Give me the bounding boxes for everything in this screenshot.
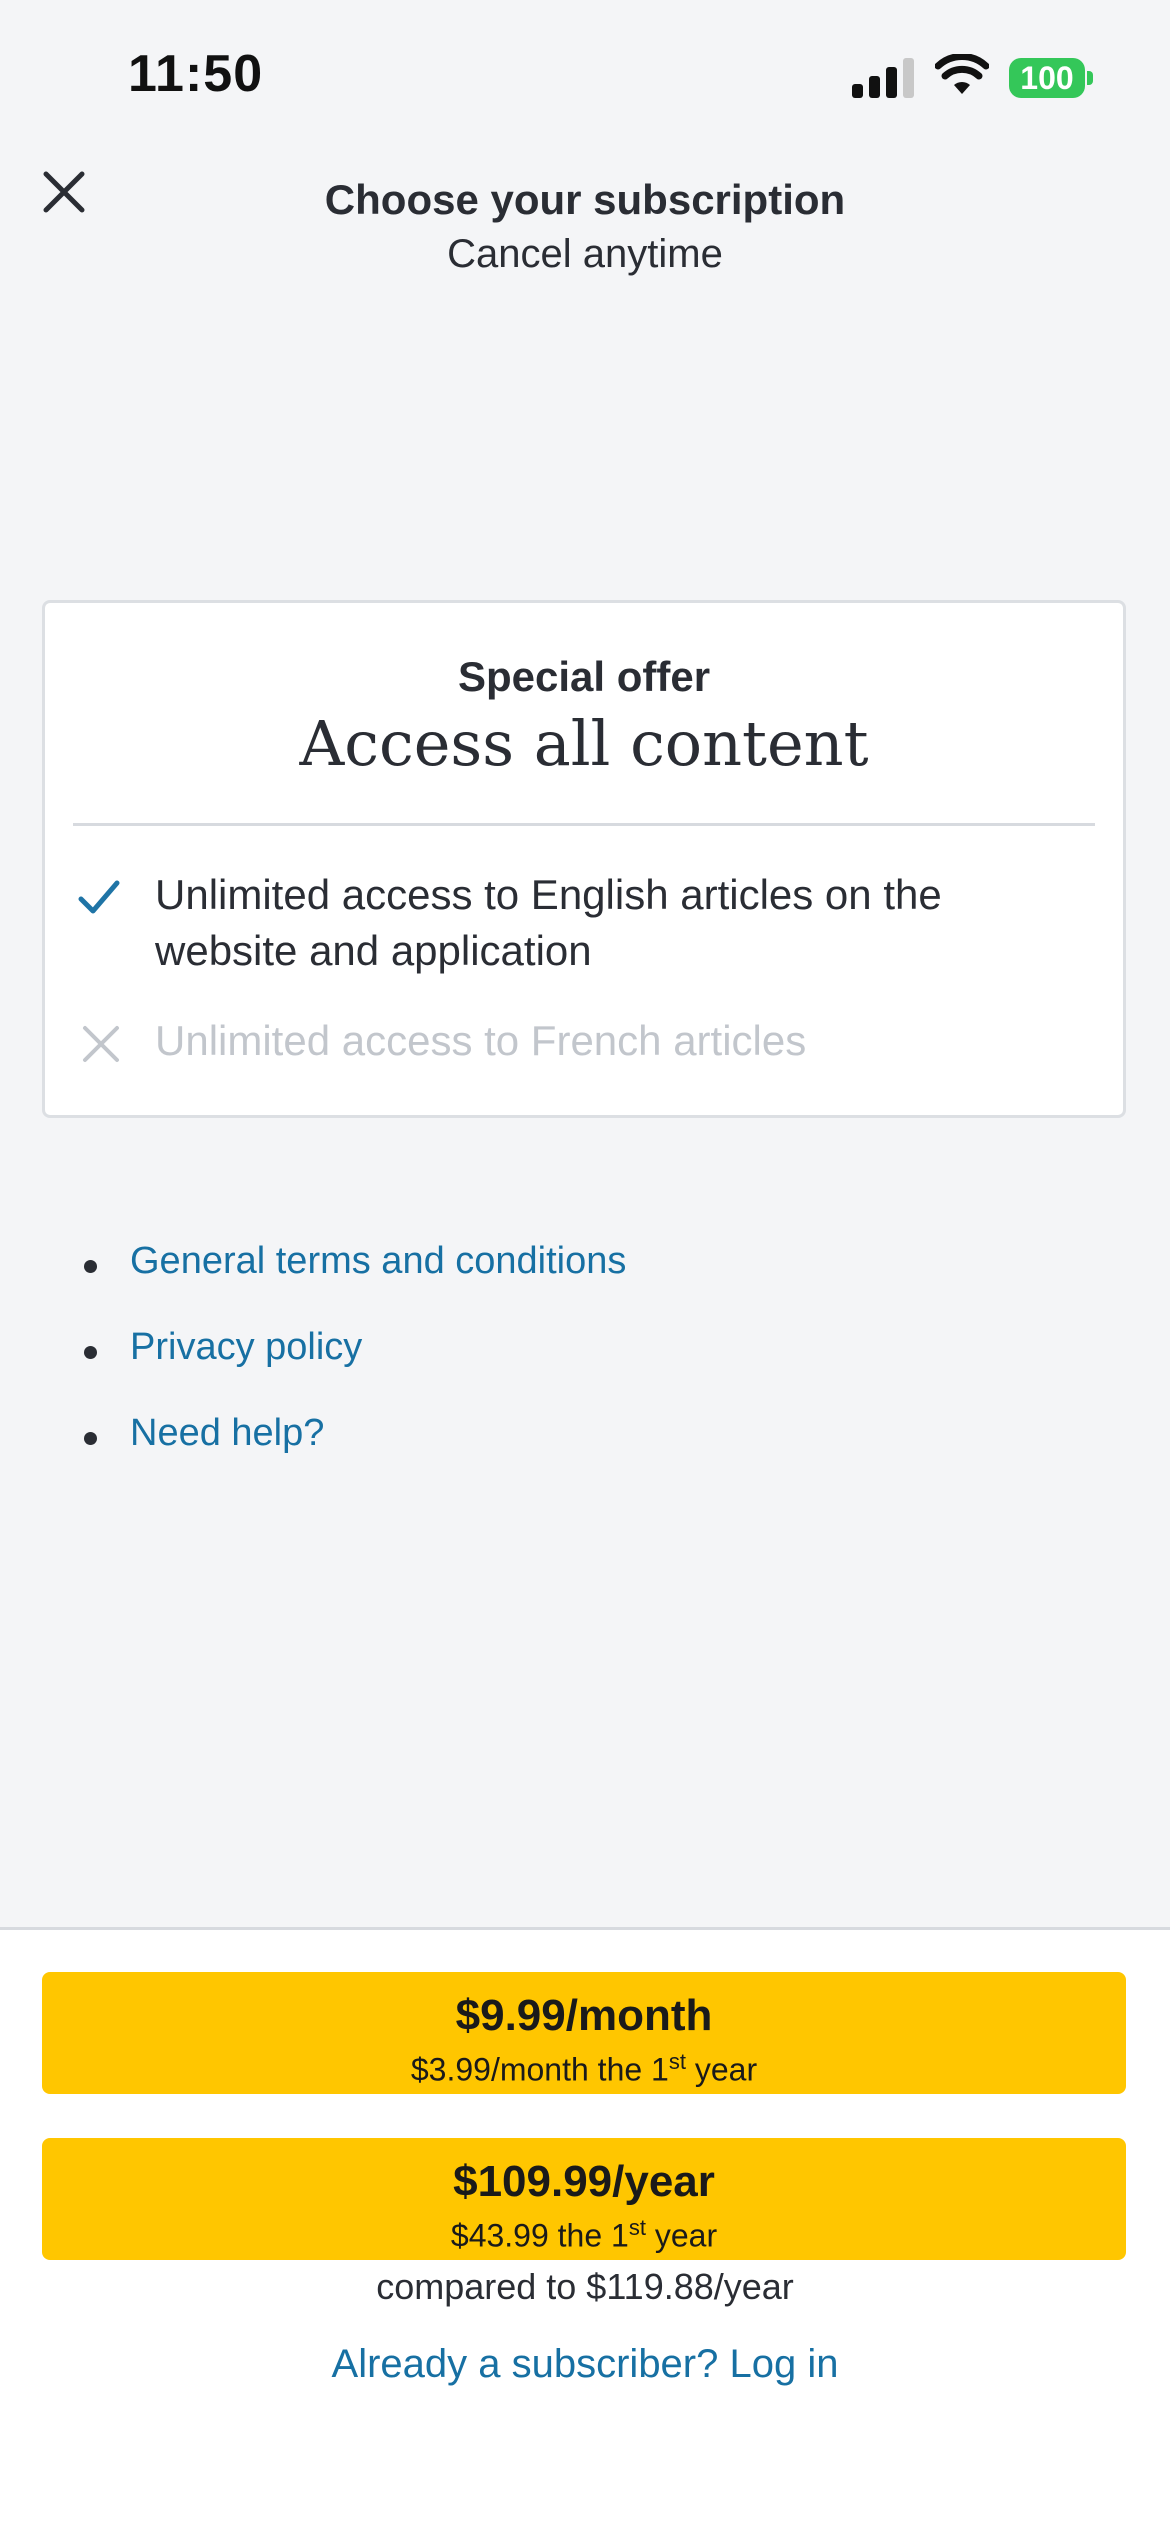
monthly-note-sup: st: [668, 2049, 686, 2075]
x-icon: [83, 1026, 119, 1062]
yearly-note-sup: st: [628, 2215, 646, 2241]
battery-icon: 100: [1009, 58, 1085, 98]
offer-title: Access all content: [299, 707, 869, 780]
monthly-note-prefix: $3.99/month the 1: [410, 2051, 669, 2088]
monthly-price: $9.99/month: [455, 1991, 713, 2041]
page-subtitle: Cancel anytime: [447, 232, 723, 276]
footer: $9.99/month $3.99/month the 1st year $10…: [0, 1930, 1170, 2532]
link-terms[interactable]: General terms and conditions: [82, 1240, 626, 1326]
login-link[interactable]: Already a subscriber? Log in: [0, 2342, 1170, 2387]
yearly-note-suffix: year: [645, 2217, 718, 2254]
bullet: [84, 1346, 97, 1359]
monthly-note: $3.99/month the 1st year: [42, 2042, 1126, 2090]
status-bar: 11:50 100: [0, 0, 1170, 150]
page-title: Choose your subscription: [324, 176, 846, 223]
feature-item-excluded: Unlimited access to French articles: [155, 1017, 807, 1064]
monthly-plan-button[interactable]: $9.99/month $3.99/month the 1st year: [42, 1972, 1126, 2094]
link-help[interactable]: Need help?: [82, 1412, 626, 1498]
monthly-note-suffix: year: [685, 2051, 758, 2088]
bullet: [84, 1260, 97, 1273]
link-privacy-label: Privacy policy: [130, 1326, 363, 1368]
bullet: [84, 1432, 97, 1445]
battery-nub: [1087, 71, 1093, 85]
yearly-comparison: compared to $119.88/year: [376, 2266, 794, 2307]
status-time: 11:50: [128, 45, 264, 103]
yearly-plan-button[interactable]: $109.99/year $43.99 the 1st year: [42, 2138, 1126, 2260]
offer-label: Special offer: [457, 653, 711, 700]
link-privacy[interactable]: Privacy policy: [82, 1326, 626, 1412]
cellular-signal-icon: [852, 58, 914, 98]
link-terms-label: General terms and conditions: [130, 1240, 627, 1282]
yearly-price: $109.99/year: [453, 2157, 715, 2207]
yearly-note-prefix: $43.99 the 1: [450, 2217, 629, 2254]
divider: [73, 823, 1095, 826]
feature-item-included: Unlimited access to English articles on …: [155, 871, 942, 974]
link-help-label: Need help?: [130, 1412, 325, 1454]
check-icon: [78, 880, 120, 914]
links-list: General terms and conditions Privacy pol…: [82, 1240, 626, 1498]
offer-card: Special offer Access all content Unlimit…: [42, 600, 1126, 1118]
yearly-note: $43.99 the 1st year: [42, 2208, 1126, 2256]
wifi-icon: [935, 54, 989, 94]
